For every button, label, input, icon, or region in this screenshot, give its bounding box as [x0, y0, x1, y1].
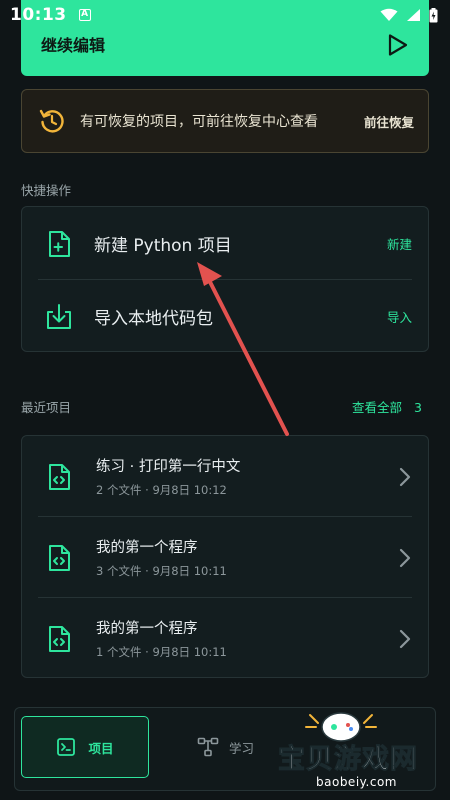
recovery-banner[interactable]: 有可恢复的项目，可前往恢复中心查看 前往恢复	[21, 89, 429, 153]
battery-icon	[429, 7, 438, 22]
terminal-icon	[57, 738, 76, 756]
nav-tab-learn[interactable]: 学习	[197, 716, 254, 778]
quick-actions-title: 快捷操作	[21, 183, 72, 198]
watermark-url: baobeiy.com	[316, 775, 397, 789]
project-row[interactable]: 我的第一个程序 1 个文件 · 9月8日 10:11	[22, 598, 428, 677]
nav-tab-projects-label: 项目	[88, 740, 114, 756]
status-time: 10:13	[10, 5, 67, 25]
project-meta: 1 个文件 · 9月8日 10:11	[96, 645, 227, 659]
nav-tab-learn-label: 学习	[229, 740, 255, 756]
restore-icon	[39, 109, 64, 133]
new-file-icon	[49, 230, 70, 257]
view-all-label: 查看全部	[352, 400, 403, 415]
chevron-right-icon	[399, 629, 411, 648]
recovery-message: 有可恢复的项目，可前往恢复中心查看	[80, 114, 318, 130]
import-local-package-label: 导入本地代码包	[94, 309, 213, 329]
watermark-text: 宝贝游戏网	[278, 744, 418, 776]
new-button[interactable]: 新建	[387, 234, 412, 253]
go-recover-link[interactable]: 前往恢复	[364, 112, 414, 131]
new-python-project-row[interactable]: 新建 Python 项目 新建	[22, 207, 428, 280]
project-row[interactable]: 我的第一个程序 3 个文件 · 9月8日 10:11	[22, 517, 428, 598]
import-local-package-row[interactable]: 导入本地代码包 导入	[22, 280, 428, 351]
wifi-icon	[380, 8, 398, 21]
view-all-link[interactable]: 查看全部 3	[352, 397, 422, 416]
import-button[interactable]: 导入	[387, 307, 412, 326]
chevron-right-icon	[399, 548, 411, 567]
project-title: 练习 · 打印第一行中文	[96, 459, 241, 475]
project-title: 我的第一个程序	[96, 540, 198, 556]
project-texts: 练习 · 打印第一行中文 2 个文件 · 9月8日 10:12	[96, 455, 240, 498]
nav-tab-projects[interactable]: 项目	[21, 716, 149, 778]
project-meta: 2 个文件 · 9月8日 10:12	[96, 483, 227, 497]
quick-actions-card: 新建 Python 项目 新建 导入本地代码包 导入	[21, 206, 429, 352]
signal-icon	[407, 9, 420, 21]
new-python-project-label: 新建 Python 项目	[94, 236, 232, 256]
project-texts: 我的第一个程序 1 个文件 · 9月8日 10:11	[96, 617, 227, 660]
project-meta: 3 个文件 · 9月8日 10:11	[96, 564, 227, 578]
code-file-icon	[49, 625, 70, 652]
project-title: 我的第一个程序	[96, 621, 198, 637]
import-icon	[47, 303, 71, 329]
project-row[interactable]: 练习 · 打印第一行中文 2 个文件 · 9月8日 10:12	[22, 436, 428, 517]
code-file-icon	[49, 463, 70, 490]
recent-projects-title: 最近项目	[21, 400, 72, 415]
project-texts: 我的第一个程序 3 个文件 · 9月8日 10:11	[96, 536, 227, 579]
continue-editing-label: 继续编辑	[41, 36, 106, 55]
learn-tree-icon	[197, 737, 219, 757]
notification-a-icon: A	[78, 9, 91, 21]
project-count: 3	[414, 400, 422, 415]
recent-projects-card: 练习 · 打印第一行中文 2 个文件 · 9月8日 10:12 我的第一个程序 …	[21, 435, 429, 678]
play-icon[interactable]	[387, 33, 409, 57]
code-file-icon	[49, 544, 70, 571]
status-icons	[380, 7, 438, 23]
watermark: 宝贝游戏网 baobeiy.com	[278, 705, 446, 795]
status-bar: 10:13 A	[0, 0, 450, 30]
chevron-right-icon	[399, 467, 411, 486]
